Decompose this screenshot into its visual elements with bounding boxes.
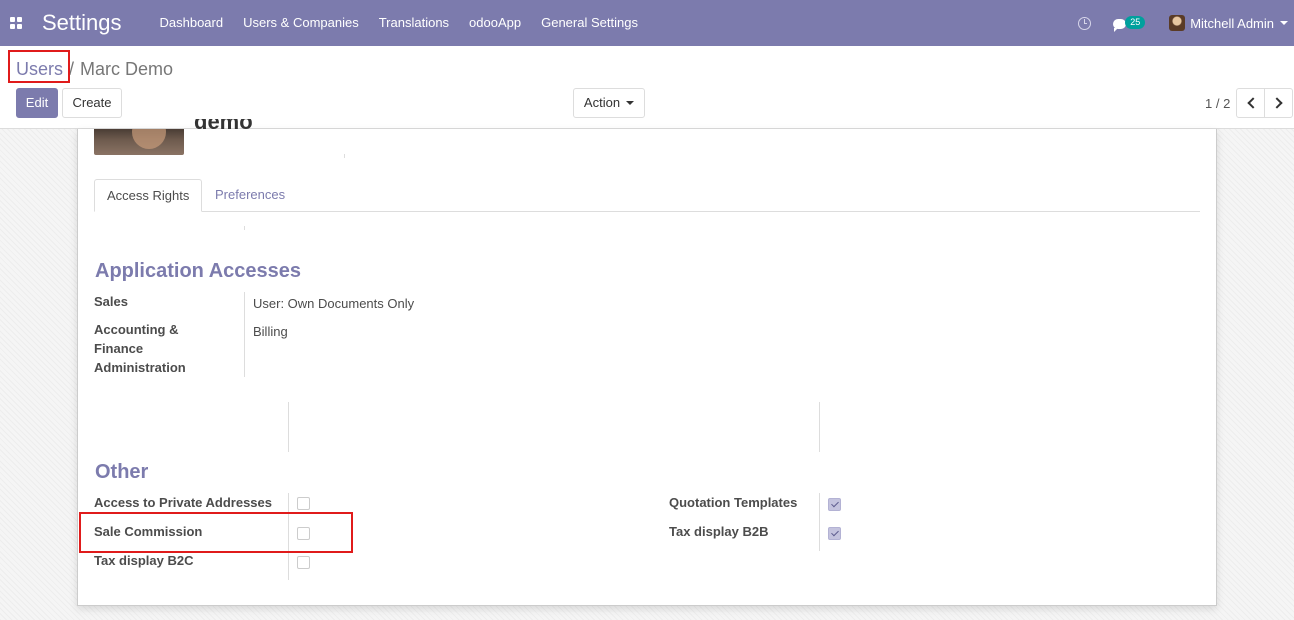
highlight-box-sale-commission	[79, 512, 353, 553]
control-panel: Users / Marc Demo Edit Create Action 1 /…	[0, 46, 1294, 129]
chevron-right-icon	[1271, 97, 1283, 109]
checkbox-private-addresses[interactable]	[297, 497, 310, 510]
field-label-quotation-templates: Quotation Templates	[669, 495, 798, 510]
action-dropdown-button[interactable]: Action	[573, 88, 645, 118]
chevron-left-icon	[1247, 97, 1259, 109]
field-value-accounting[interactable]: Billing	[253, 324, 288, 339]
form-sheet: demo Access Rights Preferences Applicati…	[77, 119, 1217, 606]
divider-tick	[244, 226, 245, 230]
field-label-tax-display-b2c: Tax display B2C	[94, 553, 194, 568]
apps-menu-icon[interactable]	[10, 17, 22, 29]
chevron-down-icon	[1280, 21, 1288, 25]
activity-clock-icon[interactable]	[1078, 16, 1092, 30]
empty-group-separator	[288, 402, 289, 452]
form-view-background: demo Access Rights Preferences Applicati…	[0, 119, 1294, 620]
edit-button[interactable]: Edit	[16, 88, 58, 118]
field-value-sales[interactable]: User: Own Documents Only	[253, 296, 414, 311]
message-count-badge: 25	[1125, 16, 1146, 29]
menu-dashboard[interactable]: Dashboard	[150, 0, 234, 46]
systray: 25 Mitchell Admin	[1078, 0, 1294, 46]
field-label-accounting-line-2: Finance	[94, 341, 144, 356]
create-button[interactable]: Create	[62, 88, 122, 118]
user-avatar	[1169, 15, 1186, 31]
menu-translations[interactable]: Translations	[369, 0, 459, 46]
checkbox-tax-display-b2b[interactable]	[828, 527, 841, 540]
action-label: Action	[583, 95, 621, 110]
highlight-box-users	[8, 50, 70, 83]
caret-down-icon	[626, 101, 635, 105]
field-separator	[819, 493, 820, 551]
messaging-menu[interactable]: 25	[1111, 11, 1149, 35]
user-name: Mitchell Admin	[1190, 15, 1274, 31]
field-label-tax-display-b2b: Tax display B2B	[669, 524, 769, 539]
app-title: Settings	[42, 10, 122, 35]
user-name-field: demo	[194, 119, 253, 133]
top-navbar: Settings Dashboard Users & Companies Tra…	[0, 0, 1294, 46]
pager-next-button[interactable]	[1264, 88, 1293, 118]
user-photo[interactable]	[94, 129, 184, 155]
section-title-other: Other	[95, 461, 149, 483]
menu-general-settings[interactable]: General Settings	[531, 0, 648, 46]
tab-preferences[interactable]: Preferences	[203, 179, 297, 212]
menu-users-companies[interactable]: Users & Companies	[233, 0, 369, 46]
empty-group-separator	[819, 402, 820, 452]
pager-previous-button[interactable]	[1236, 88, 1265, 118]
section-title-application-accesses: Application Accesses	[95, 260, 302, 282]
checkbox-quotation-templates[interactable]	[828, 498, 841, 511]
checkbox-tax-display-b2c[interactable]	[297, 556, 310, 569]
menu-odooapp[interactable]: odooApp	[459, 0, 531, 46]
field-label-accounting-line-3: Administration	[94, 360, 186, 375]
breadcrumb-current: Marc Demo	[80, 59, 174, 79]
user-menu[interactable]: Mitchell Admin	[1169, 15, 1288, 31]
tab-access-rights[interactable]: Access Rights	[94, 179, 203, 212]
notebook-tabs: Access Rights Preferences	[94, 179, 1200, 212]
pager-value[interactable]: 1 / 2	[1205, 96, 1230, 111]
field-label-accounting-line-1: Accounting &	[94, 322, 179, 337]
divider-tick	[344, 154, 345, 158]
field-separator	[244, 292, 245, 377]
field-label-private-addresses: Access to Private Addresses	[94, 495, 273, 510]
field-label-sales: Sales	[94, 294, 128, 309]
